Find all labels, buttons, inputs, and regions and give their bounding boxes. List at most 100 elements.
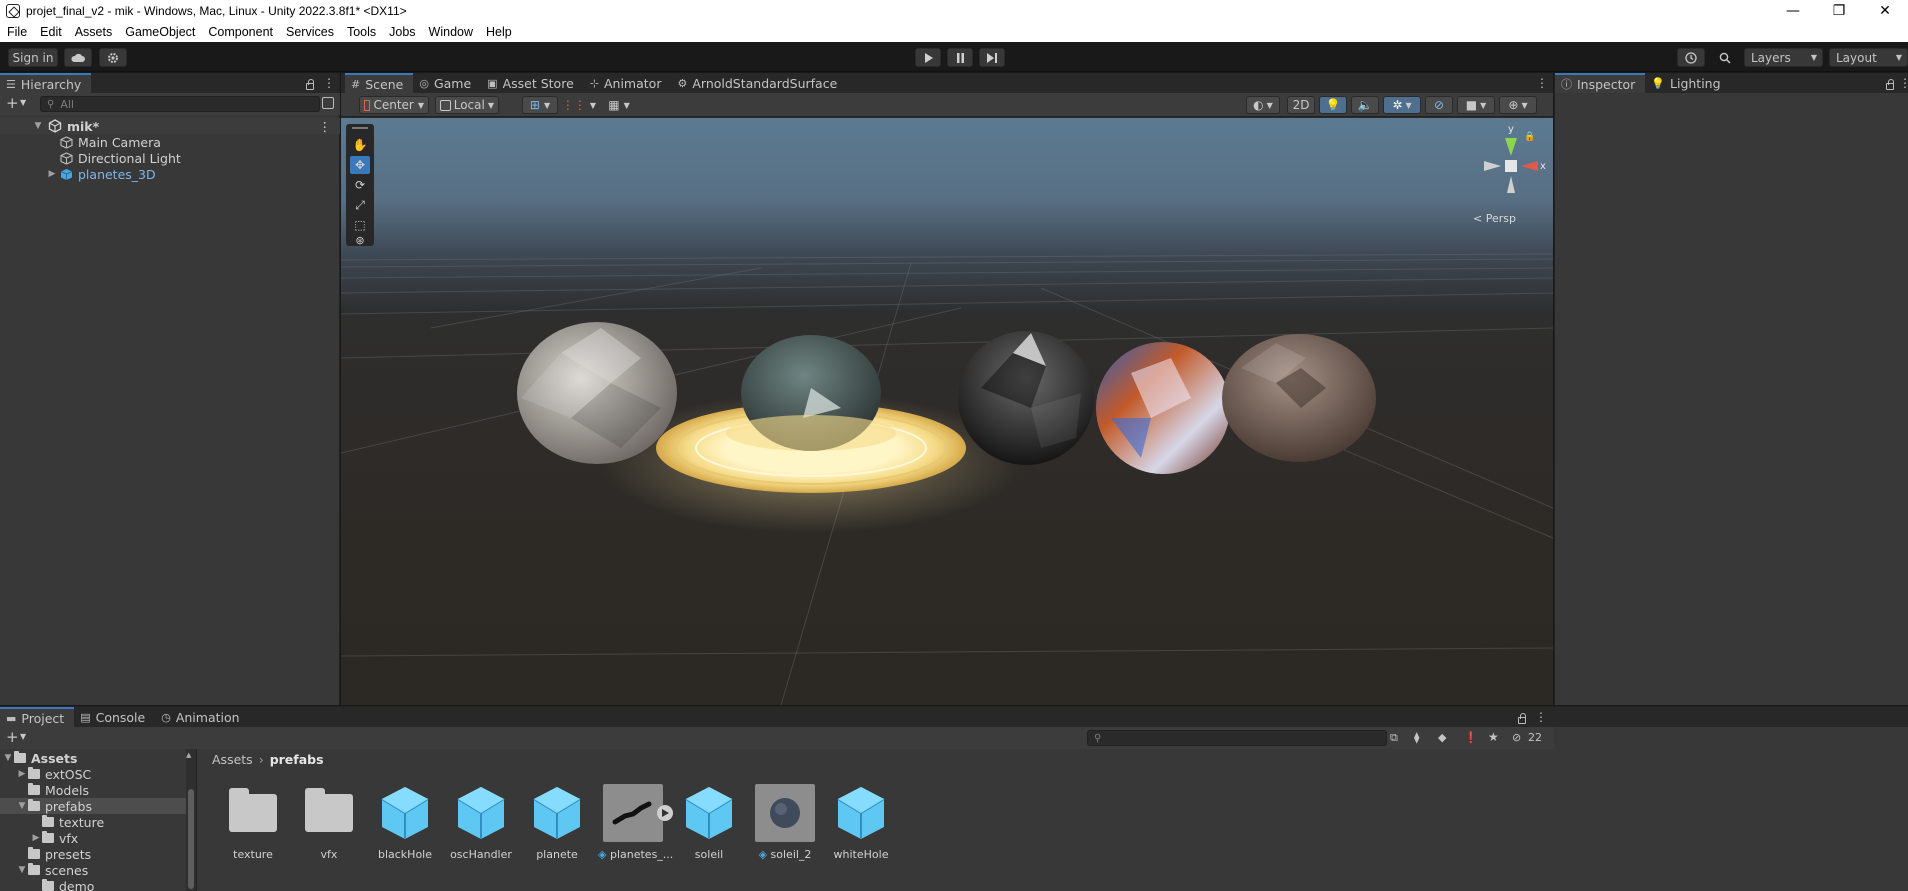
hierarchy-item-planetes-3d[interactable]: ▶ planetes_3D	[0, 166, 340, 182]
lock-icon[interactable]	[306, 79, 314, 90]
tree-item-assets[interactable]: ▼ Assets	[2, 750, 78, 766]
scene-menu-icon[interactable]: ⋮	[319, 119, 332, 134]
rotate-tool[interactable]: ⟳	[350, 176, 370, 194]
tag-icon[interactable]: ◆	[1438, 731, 1446, 744]
toggle-lighting-button[interactable]: 💡	[1319, 96, 1347, 114]
settings-button[interactable]	[99, 48, 127, 67]
tab-game[interactable]: ◎ Game	[413, 73, 481, 93]
tab-animation[interactable]: ◷ Animation	[155, 707, 249, 727]
toggle-effects-dropdown[interactable]: ✲ ▼	[1383, 96, 1421, 114]
close-button[interactable]: ✕	[1862, 0, 1908, 22]
gizmo-lock-icon[interactable]: 🔒	[1524, 132, 1535, 142]
lock-icon[interactable]	[1886, 79, 1894, 90]
search-button[interactable]	[1712, 48, 1738, 67]
hierarchy-item-directional-light[interactable]: Directional Light	[0, 150, 340, 166]
grid-visibility-dropdown[interactable]: ▦ ▼	[603, 96, 635, 114]
warning-filter-icon[interactable]: ❗	[1464, 731, 1478, 744]
layout-dropdown[interactable]: Layout ▼	[1829, 48, 1908, 67]
pivot-center-dropdown[interactable]: Center ▼	[359, 96, 429, 114]
asset-folder-texture[interactable]: texture	[218, 784, 288, 861]
step-button[interactable]	[979, 48, 1005, 67]
asset-prefab-soleil[interactable]: soleil	[674, 784, 744, 861]
menu-help[interactable]: Help	[479, 25, 518, 39]
panel-menu-icon[interactable]: ⋮	[323, 76, 335, 90]
minimize-button[interactable]: —	[1770, 0, 1816, 22]
menu-tools[interactable]: Tools	[340, 25, 382, 39]
tree-scrollbar[interactable]: ▲	[186, 749, 196, 891]
sign-in-button[interactable]: Sign in	[8, 48, 58, 67]
tab-project[interactable]: ▬ Project	[0, 707, 75, 727]
panel-menu-icon[interactable]: ⋮	[1536, 76, 1548, 90]
tab-scene[interactable]: # Scene	[345, 73, 414, 93]
cloud-button[interactable]	[64, 48, 92, 67]
tab-lighting[interactable]: 💡 Lighting	[1645, 73, 1730, 93]
breadcrumb-prefabs[interactable]: prefabs	[270, 752, 324, 767]
search-by-type-icon[interactable]: ⧉	[1390, 731, 1398, 745]
scroll-up-icon[interactable]: ▲	[186, 751, 191, 759]
asset-prefab-blackhole[interactable]: blackHole	[370, 784, 440, 861]
pause-button[interactable]	[947, 48, 973, 67]
toggle-2d-button[interactable]: 2D	[1287, 96, 1315, 114]
shading-mode-dropdown[interactable]: ◐ ▼	[1246, 96, 1280, 114]
move-tool[interactable]: ✥	[350, 156, 370, 174]
tab-animator[interactable]: ⊹ Animator	[584, 73, 672, 93]
expand-arrow-icon[interactable]: ▶	[16, 769, 28, 779]
tab-hierarchy[interactable]: ☰ Hierarchy	[0, 73, 92, 93]
menu-component[interactable]: Component	[201, 25, 279, 39]
tab-console[interactable]: ▤ Console	[74, 707, 155, 727]
panel-menu-icon[interactable]: ⋮	[1535, 710, 1547, 724]
scene-root-row[interactable]: ▼ mik* ⋮	[0, 118, 340, 134]
layers-dropdown[interactable]: Layers ▼	[1744, 48, 1823, 67]
tree-item-presets[interactable]: presets	[16, 846, 91, 862]
add-icon[interactable]: +	[6, 728, 19, 746]
expand-arrow-icon[interactable]: ▼	[16, 801, 28, 811]
expand-arrow-icon[interactable]: ▶	[46, 169, 58, 179]
scrollbar-thumb[interactable]	[188, 789, 194, 889]
hierarchy-search[interactable]: ⚲ All	[40, 96, 320, 112]
toggle-hidden-objects-button[interactable]: ⊘	[1425, 96, 1453, 114]
tree-item-texture[interactable]: texture	[30, 814, 104, 830]
add-icon[interactable]: +	[6, 94, 19, 112]
menu-assets[interactable]: Assets	[68, 25, 119, 39]
asset-variant-soleil-2[interactable]: ◈ soleil_2	[750, 784, 820, 861]
expand-arrow-icon[interactable]: ▶	[30, 833, 42, 843]
tree-item-scenes[interactable]: ▼ scenes	[16, 862, 89, 878]
tree-item-models[interactable]: Models	[16, 782, 89, 798]
asset-folder-vfx[interactable]: vfx	[294, 784, 364, 861]
hand-tool[interactable]: ✋	[350, 136, 370, 154]
lock-icon[interactable]	[1518, 713, 1526, 724]
tree-item-demo[interactable]: demo	[30, 878, 94, 891]
transform-tool[interactable]: ⊛	[350, 234, 370, 247]
favorite-star-icon[interactable]: ★	[1488, 730, 1499, 744]
gizmos-dropdown[interactable]: ⊕ ▼	[1499, 96, 1537, 114]
filter-icon[interactable]	[322, 97, 334, 109]
chevron-down-icon[interactable]: ▼	[20, 732, 26, 741]
increment-snap-dropdown[interactable]: ⋮⋮ ▼	[562, 96, 596, 114]
hierarchy-item-main-camera[interactable]: Main Camera	[0, 134, 340, 150]
space-local-dropdown[interactable]: Local ▼	[435, 96, 499, 114]
expand-model-button[interactable]	[657, 805, 673, 821]
tab-inspector[interactable]: ⓘ Inspector	[1555, 73, 1646, 93]
projection-toggle[interactable]: < Persp	[1473, 212, 1516, 225]
search-by-label-icon[interactable]: ⧫	[1414, 731, 1419, 744]
menu-jobs[interactable]: Jobs	[382, 25, 421, 39]
tab-asset-store[interactable]: ▣ Asset Store	[481, 73, 584, 93]
drag-handle-icon[interactable]	[352, 127, 368, 129]
menu-edit[interactable]: Edit	[33, 25, 68, 39]
project-search[interactable]: ⚲	[1087, 730, 1387, 746]
asset-prefab-whitehole[interactable]: whiteHole	[826, 784, 896, 861]
play-button[interactable]	[915, 48, 941, 67]
rect-tool[interactable]: ⬚	[350, 216, 370, 234]
hidden-packages-icon[interactable]: ⊘	[1512, 731, 1521, 744]
tree-item-prefabs[interactable]: ▼ prefabs	[0, 798, 196, 814]
expand-arrow-icon[interactable]: ▼	[2, 753, 14, 763]
expand-arrow-icon[interactable]: ▼	[32, 121, 44, 131]
tree-item-extosc[interactable]: ▶ extOSC	[16, 766, 92, 782]
asset-model-planetes[interactable]: ◈ planetes_...	[598, 784, 673, 861]
grid-snapping-dropdown[interactable]: ⊞ ▼	[522, 96, 558, 114]
scale-tool[interactable]: ⤢	[350, 196, 370, 214]
menu-file[interactable]: File	[0, 25, 33, 39]
maximize-button[interactable]: ❐	[1816, 0, 1862, 22]
toggle-audio-button[interactable]: 🔈	[1351, 96, 1379, 114]
menu-gameobject[interactable]: GameObject	[118, 25, 201, 39]
